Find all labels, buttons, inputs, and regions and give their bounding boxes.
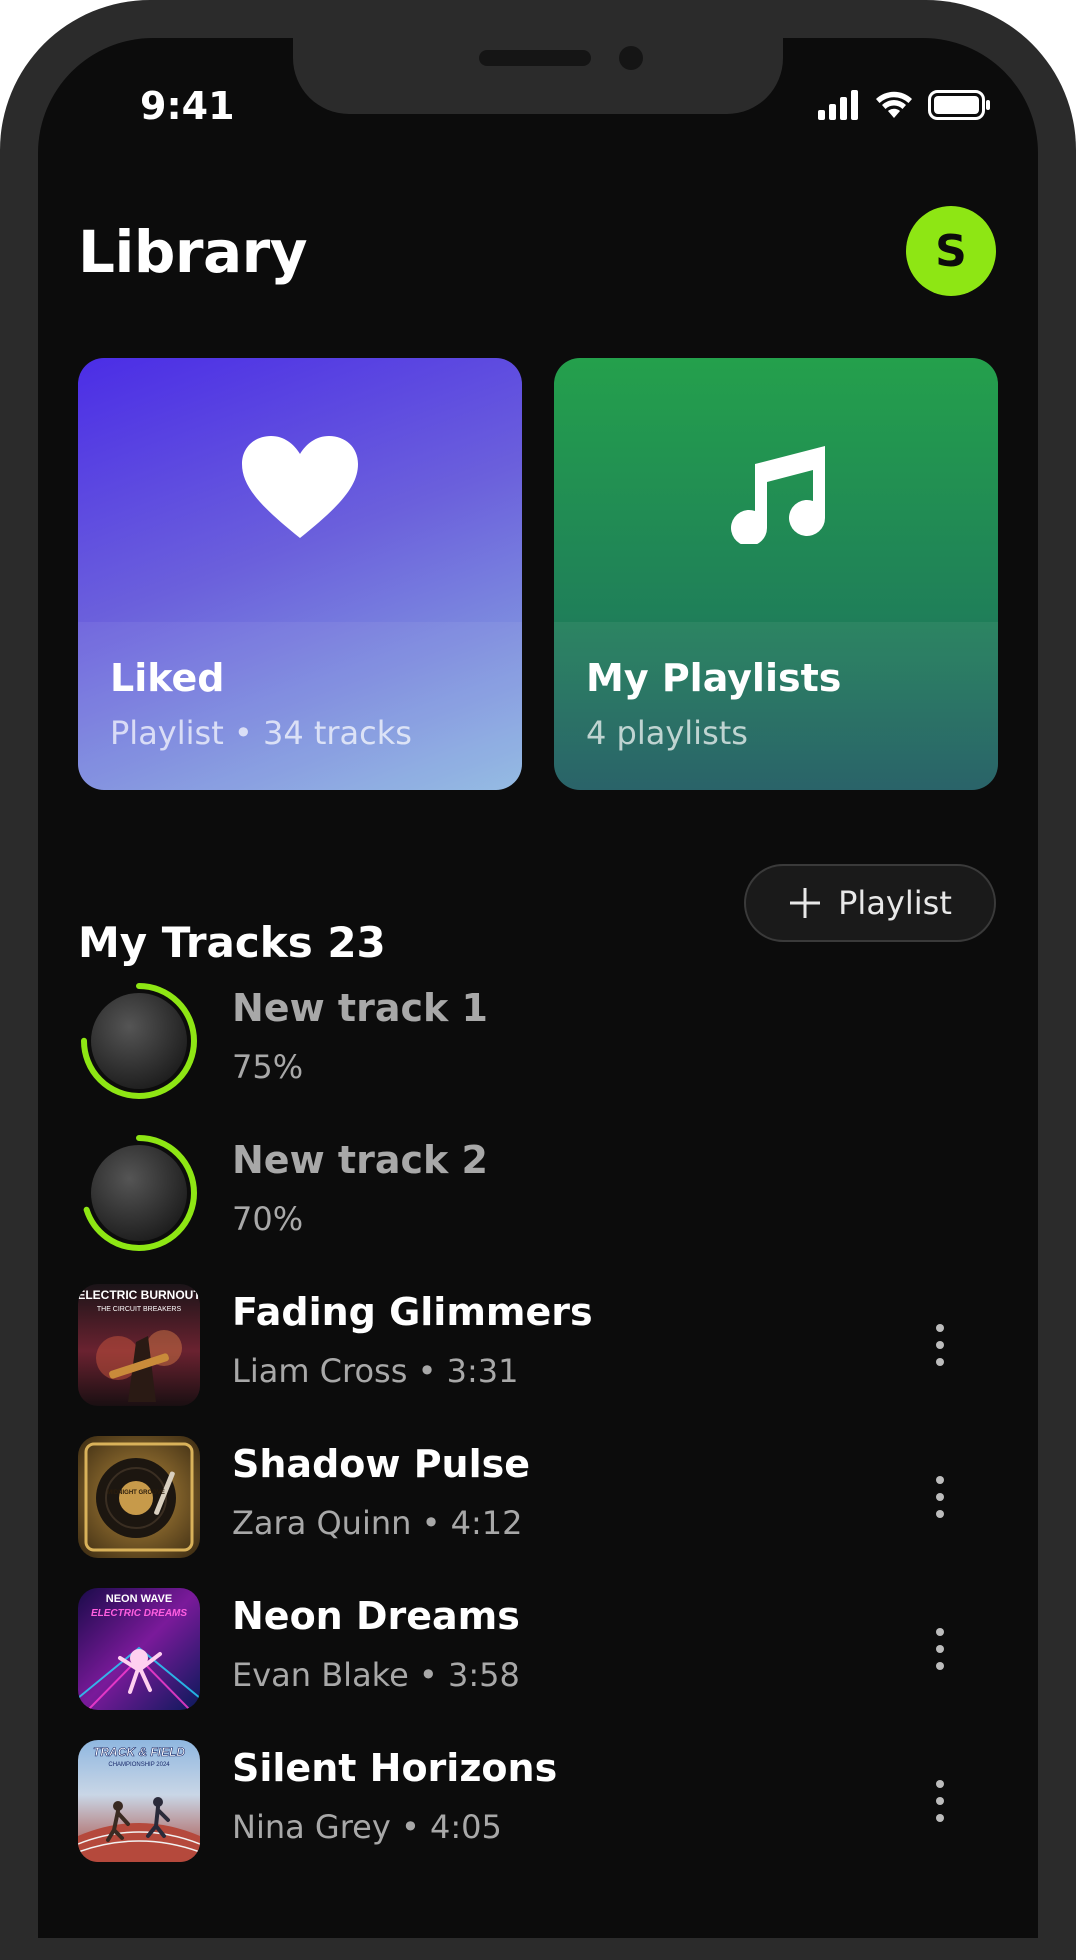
- playlists-card-subtitle: 4 playlists: [586, 714, 748, 752]
- track-progress-text: 75%: [232, 1048, 304, 1086]
- status-icons: [818, 90, 992, 120]
- list-item[interactable]: ELECTRIC BURNOUT THE CIRCUIT BREAKERS Fa…: [78, 1284, 996, 1406]
- album-art-text: NEON WAVE: [106, 1593, 172, 1605]
- speaker-grille: [479, 50, 591, 66]
- signal-icon: [818, 90, 858, 120]
- track-progress-text: 70%: [232, 1200, 304, 1238]
- track-name: Fading Glimmers: [232, 1290, 593, 1334]
- track-name: Neon Dreams: [232, 1594, 520, 1638]
- album-art-text: TRACK & FIELD: [93, 1745, 185, 1759]
- add-playlist-button[interactable]: Playlist: [744, 864, 996, 942]
- track-name: New track 1: [232, 986, 488, 1030]
- liked-card-title: Liked: [110, 656, 225, 700]
- front-camera: [619, 46, 643, 70]
- music-note-icon: [721, 434, 831, 548]
- track-name: Shadow Pulse: [232, 1442, 531, 1486]
- more-options-icon[interactable]: [930, 1778, 950, 1824]
- battery-icon: [928, 90, 990, 120]
- track-meta: Zara Quinn • 4:12: [232, 1504, 523, 1542]
- list-item[interactable]: New track 1 75%: [78, 980, 996, 1102]
- track-meta: Evan Blake • 3:58: [232, 1656, 520, 1694]
- album-art-subtext: CHAMPIONSHIP 2024: [108, 1762, 170, 1768]
- list-item[interactable]: NEON WAVE ELECTRIC DREAMS Neon Dreams Ev…: [78, 1588, 996, 1710]
- track-name: New track 2: [232, 1138, 488, 1182]
- track-name: Silent Horizons: [232, 1746, 558, 1790]
- album-art-subtext: ELECTRIC DREAMS: [91, 1608, 187, 1619]
- list-item[interactable]: New track 2 70%: [78, 1132, 996, 1254]
- track-meta: Liam Cross • 3:31: [232, 1352, 519, 1390]
- heart-icon: [240, 434, 360, 548]
- album-art-text: ELECTRIC BURNOUT: [78, 1288, 200, 1302]
- device-notch: [293, 38, 783, 114]
- album-art: ELECTRIC BURNOUT THE CIRCUIT BREAKERS: [78, 1284, 200, 1406]
- playlists-card-title: My Playlists: [586, 656, 842, 700]
- album-art-subtext: THE CIRCUIT BREAKERS: [97, 1306, 182, 1313]
- list-item[interactable]: MIDNIGHT GROOVE Shadow Pulse Zara Quinn …: [78, 1436, 996, 1558]
- card-caption-area: [554, 622, 998, 790]
- upload-progress-ring: [81, 983, 197, 1099]
- add-playlist-label: Playlist: [838, 884, 952, 922]
- wifi-icon: [876, 91, 912, 118]
- track-meta: Nina Grey • 4:05: [232, 1808, 502, 1846]
- page-title: Library: [78, 218, 308, 286]
- more-options-icon[interactable]: [930, 1474, 950, 1520]
- upload-progress-ring: [81, 1135, 197, 1251]
- album-art: NEON WAVE ELECTRIC DREAMS: [78, 1588, 200, 1710]
- app-screen: 9:41 Library S Liked Playlist • 34 track…: [38, 38, 1038, 1938]
- avatar[interactable]: S: [906, 206, 996, 296]
- status-time: 9:41: [140, 84, 235, 128]
- avatar-initial: S: [935, 225, 967, 277]
- album-art-text: MIDNIGHT GROOVE: [107, 1490, 165, 1496]
- more-options-icon[interactable]: [930, 1626, 950, 1672]
- album-art: TRACK & FIELD CHAMPIONSHIP 2024: [78, 1740, 200, 1862]
- playlists-card[interactable]: My Playlists 4 playlists: [554, 358, 998, 790]
- card-caption-area: [78, 622, 522, 790]
- more-options-icon[interactable]: [930, 1322, 950, 1368]
- section-title: My Tracks 23: [78, 918, 386, 967]
- plus-icon: [790, 888, 821, 918]
- liked-card-subtitle: Playlist • 34 tracks: [110, 714, 412, 752]
- liked-card[interactable]: Liked Playlist • 34 tracks: [78, 358, 522, 790]
- album-art: MIDNIGHT GROOVE: [78, 1436, 200, 1558]
- list-item[interactable]: TRACK & FIELD CHAMPIONSHIP 2024 Silent H…: [78, 1740, 996, 1862]
